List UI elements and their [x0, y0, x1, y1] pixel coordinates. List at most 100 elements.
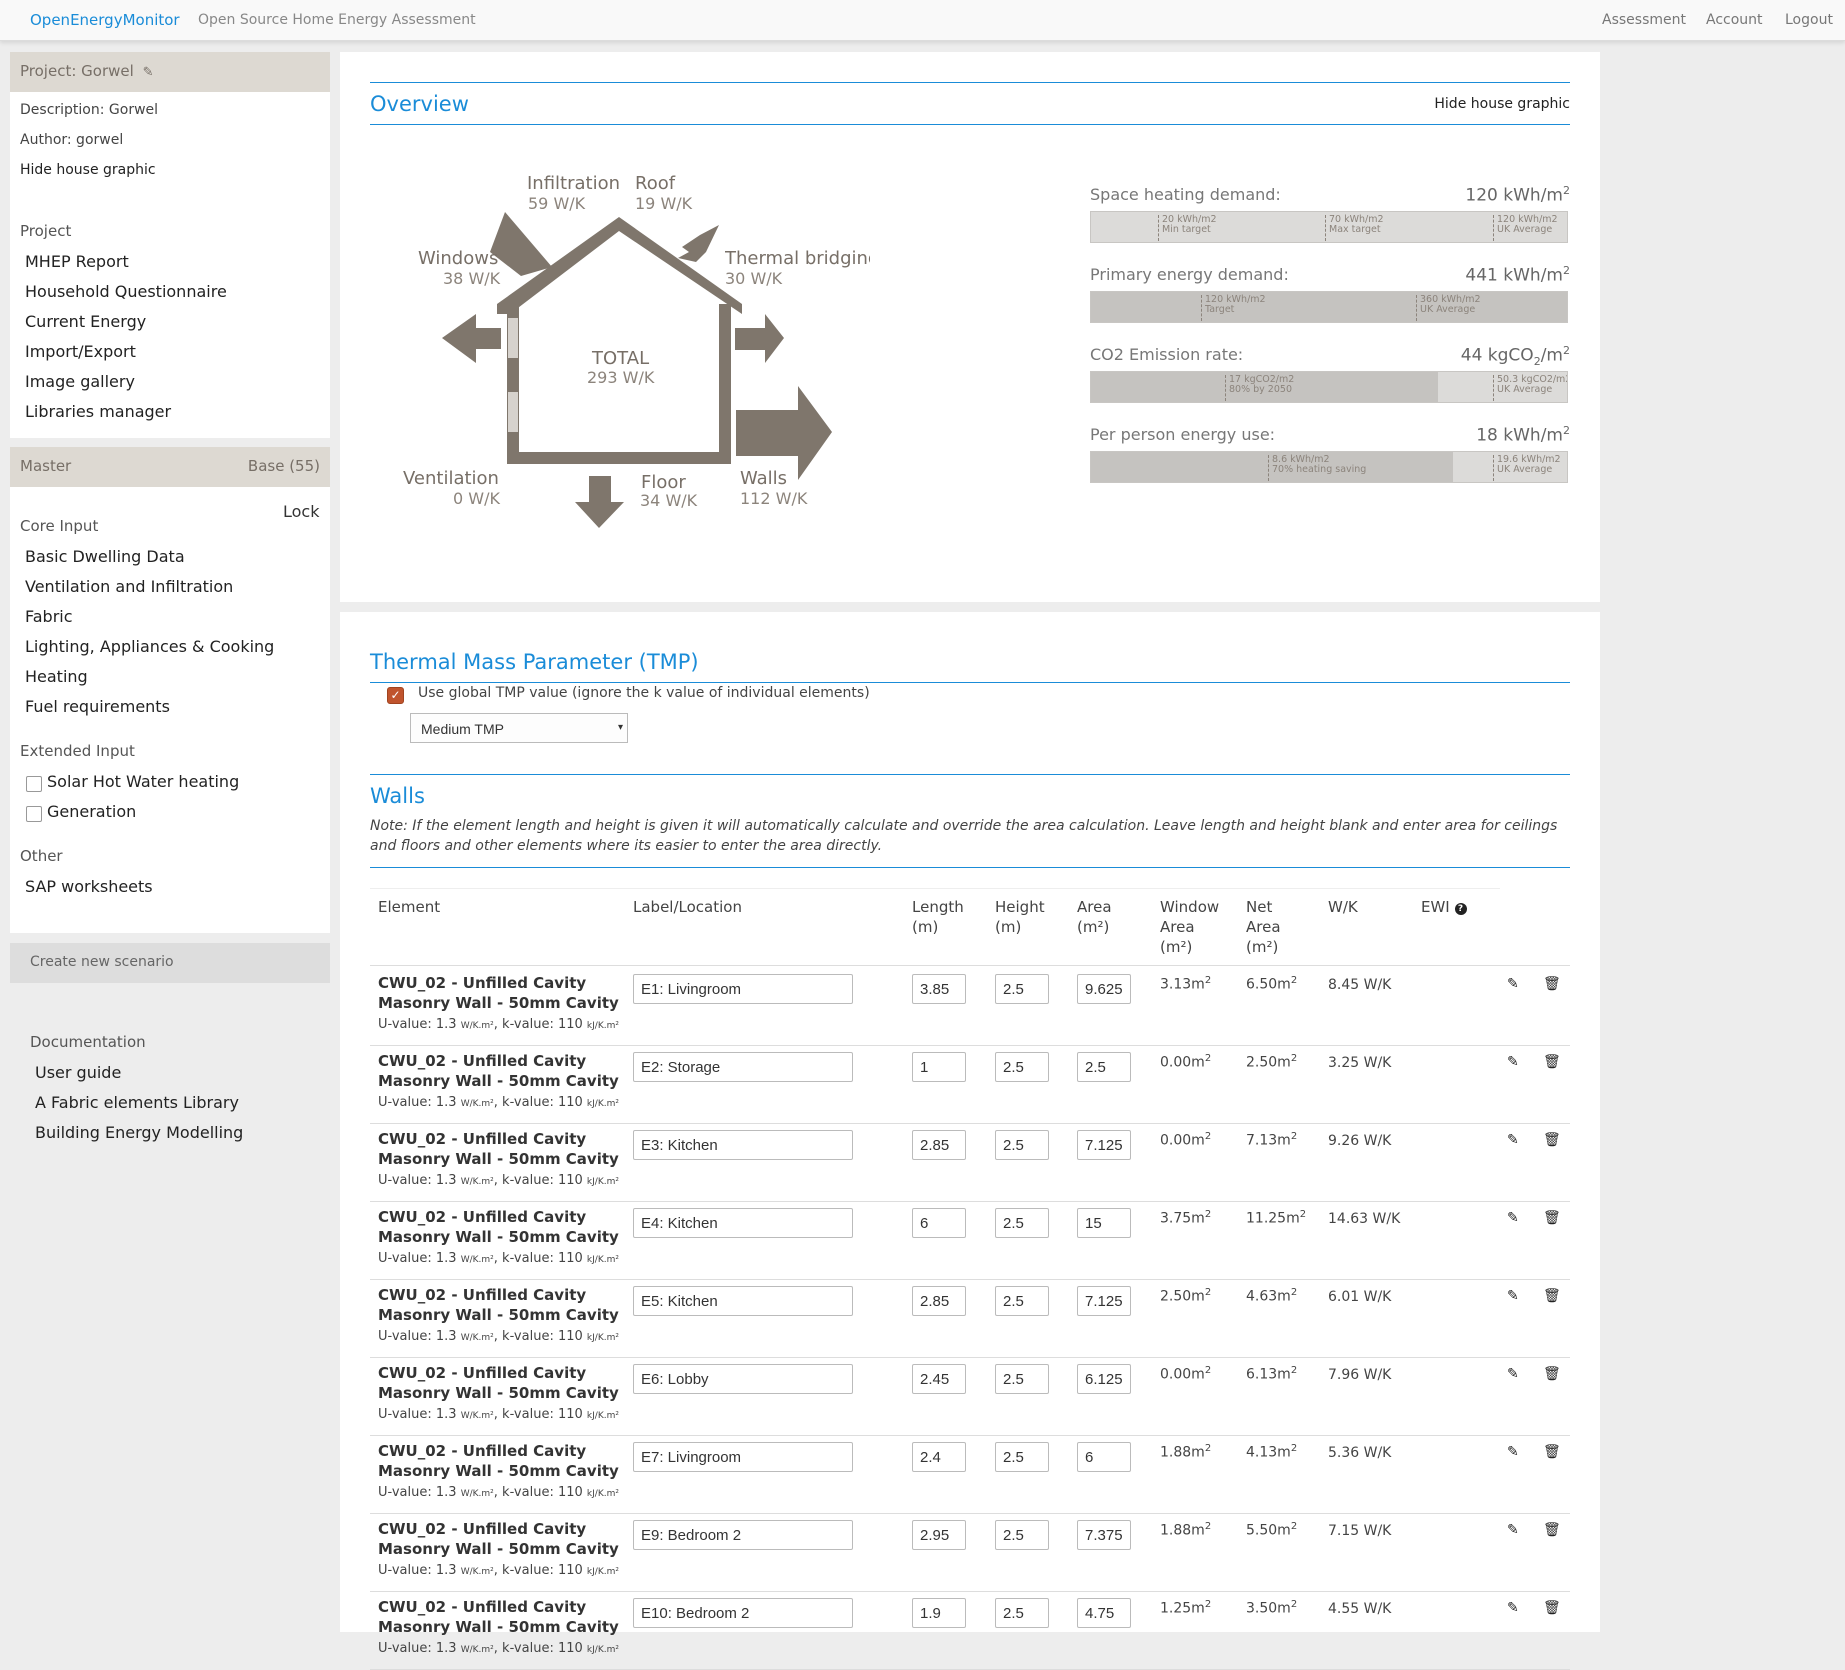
length-input[interactable]: 1.9: [912, 1598, 966, 1628]
area-input[interactable]: 4.75: [1077, 1598, 1131, 1628]
sidebar-item-heating[interactable]: Heating: [25, 667, 88, 686]
length-input[interactable]: 3.85: [912, 974, 966, 1004]
nav-account-link[interactable]: Account: [1706, 12, 1763, 28]
stat-label: Space heating demand:: [1090, 185, 1281, 204]
sidebar-item-libraries-manager[interactable]: Libraries manager: [25, 402, 171, 421]
length-input[interactable]: 2.85: [912, 1286, 966, 1316]
sidebar-item-fuel-requirements[interactable]: Fuel requirements: [25, 697, 170, 716]
sidebar-item-basic-dwelling-data[interactable]: Basic Dwelling Data: [25, 547, 185, 566]
trash-icon[interactable]: 🗑: [1543, 1366, 1561, 1382]
edit-project-icon[interactable]: ✎: [143, 65, 154, 80]
height-input[interactable]: 2.5: [995, 1052, 1049, 1082]
sidebar-item-ventilation-infiltration[interactable]: Ventilation and Infiltration: [25, 577, 233, 596]
length-input[interactable]: 1: [912, 1052, 966, 1082]
create-new-scenario-button[interactable]: Create new scenario: [10, 943, 330, 983]
label-location-input[interactable]: E3: Kitchen: [633, 1130, 853, 1160]
sidebar-item-household-questionnaire[interactable]: Household Questionnaire: [25, 282, 227, 301]
solar-hot-water-label[interactable]: Solar Hot Water heating: [47, 772, 239, 791]
height-input[interactable]: 2.5: [995, 1442, 1049, 1472]
walls-top-rule: [370, 774, 1570, 775]
label-location-input[interactable]: E6: Lobby: [633, 1364, 853, 1394]
trash-icon[interactable]: 🗑: [1543, 1288, 1561, 1304]
edit-icon[interactable]: ✎: [1507, 1444, 1519, 1460]
trash-icon[interactable]: 🗑: [1543, 976, 1561, 992]
trash-icon[interactable]: 🗑: [1543, 1054, 1561, 1070]
generation-checkbox[interactable]: [26, 806, 42, 822]
table-row-divider: [370, 1045, 1570, 1046]
element-name-line1: CWU_02 - Unfilled Cavity: [378, 1442, 587, 1460]
window-area-sup: 2: [1204, 1443, 1212, 1454]
length-input[interactable]: 2.85: [912, 1130, 966, 1160]
height-input[interactable]: 2.5: [995, 974, 1049, 1004]
sidebar-item-sap-worksheets[interactable]: SAP worksheets: [25, 877, 153, 896]
label-location-input[interactable]: E1: Livingroom: [633, 974, 853, 1004]
trash-icon[interactable]: 🗑: [1543, 1600, 1561, 1616]
label-location-input[interactable]: E7: Livingroom: [633, 1442, 853, 1472]
length-input[interactable]: 2.4: [912, 1442, 966, 1472]
hide-house-graphic-link[interactable]: Hide house graphic: [20, 162, 156, 178]
u-value: 1.3: [435, 1251, 457, 1266]
doc-link-fabric-library[interactable]: A Fabric elements Library: [35, 1093, 239, 1112]
height-input[interactable]: 2.5: [995, 1208, 1049, 1238]
trash-icon[interactable]: 🗑: [1543, 1522, 1561, 1538]
house-floor-line: [507, 452, 731, 464]
area-input[interactable]: 7.125: [1077, 1286, 1131, 1316]
area-input[interactable]: 7.125: [1077, 1130, 1131, 1160]
sidebar-item-current-energy[interactable]: Current Energy: [25, 312, 146, 331]
height-input[interactable]: 2.5: [995, 1364, 1049, 1394]
height-input[interactable]: 2.5: [995, 1286, 1049, 1316]
master-scenario-header[interactable]: Master Base (55): [10, 447, 330, 487]
label-location-input[interactable]: E4: Kitchen: [633, 1208, 853, 1238]
overview-hide-graphic-link[interactable]: Hide house graphic: [1434, 96, 1570, 112]
element-name-line1: CWU_02 - Unfilled Cavity: [378, 1052, 587, 1070]
trash-icon[interactable]: 🗑: [1543, 1444, 1561, 1460]
area-input[interactable]: 9.625: [1077, 974, 1131, 1004]
nav-logout-link[interactable]: Logout: [1785, 12, 1833, 28]
length-input[interactable]: 2.95: [912, 1520, 966, 1550]
edit-icon[interactable]: ✎: [1507, 1600, 1519, 1616]
solar-hot-water-checkbox[interactable]: [26, 776, 42, 792]
sidebar-item-mhep-report[interactable]: MHEP Report: [25, 252, 129, 271]
nav-assessment-link[interactable]: Assessment: [1602, 12, 1686, 28]
stat-target-marker: 19.6 kWh/m2 UK Average: [1493, 455, 1561, 481]
area-input[interactable]: 6: [1077, 1442, 1131, 1472]
roof-label: Roof: [635, 173, 676, 194]
edit-icon[interactable]: ✎: [1507, 1288, 1519, 1304]
height-input[interactable]: 2.5: [995, 1520, 1049, 1550]
sidebar-item-fabric[interactable]: Fabric: [25, 607, 73, 626]
label-location-input[interactable]: E2: Storage: [633, 1052, 853, 1082]
edit-icon[interactable]: ✎: [1507, 1522, 1519, 1538]
global-tmp-checkbox[interactable]: ✓: [387, 687, 404, 704]
length-input[interactable]: 2.45: [912, 1364, 966, 1394]
area-input[interactable]: 2.5: [1077, 1052, 1131, 1082]
tmp-select[interactable]: Medium TMP ▾: [410, 713, 628, 743]
label-location-input[interactable]: E5: Kitchen: [633, 1286, 853, 1316]
edit-icon[interactable]: ✎: [1507, 1210, 1519, 1226]
length-input[interactable]: 6: [912, 1208, 966, 1238]
window-area-sup: 2: [1204, 1209, 1212, 1220]
trash-icon[interactable]: 🗑: [1543, 1132, 1561, 1148]
edit-icon[interactable]: ✎: [1507, 976, 1519, 992]
trash-icon[interactable]: 🗑: [1543, 1210, 1561, 1226]
edit-icon[interactable]: ✎: [1507, 1054, 1519, 1070]
lock-link[interactable]: Lock: [283, 502, 319, 521]
area-input[interactable]: 15: [1077, 1208, 1131, 1238]
help-icon[interactable]: ?: [1454, 903, 1467, 915]
col-height-line2: (m): [995, 918, 1022, 936]
doc-link-building-energy-modelling[interactable]: Building Energy Modelling: [35, 1123, 243, 1142]
height-input[interactable]: 2.5: [995, 1598, 1049, 1628]
label-location-input[interactable]: E10: Bedroom 2: [633, 1598, 853, 1628]
generation-label[interactable]: Generation: [47, 802, 136, 821]
height-input[interactable]: 2.5: [995, 1130, 1049, 1160]
sidebar-item-lighting-appliances[interactable]: Lighting, Appliances & Cooking: [25, 637, 274, 656]
sidebar-item-import-export[interactable]: Import/Export: [25, 342, 136, 361]
label-location-input[interactable]: E9: Bedroom 2: [633, 1520, 853, 1550]
doc-link-user-guide[interactable]: User guide: [35, 1063, 121, 1082]
window-area-value: 1.88m2: [1160, 1521, 1211, 1539]
edit-icon[interactable]: ✎: [1507, 1366, 1519, 1382]
edit-icon[interactable]: ✎: [1507, 1132, 1519, 1148]
sidebar-item-image-gallery[interactable]: Image gallery: [25, 372, 135, 391]
area-input[interactable]: 6.125: [1077, 1364, 1131, 1394]
area-input[interactable]: 7.375: [1077, 1520, 1131, 1550]
brand-link[interactable]: OpenEnergyMonitor: [30, 11, 180, 29]
